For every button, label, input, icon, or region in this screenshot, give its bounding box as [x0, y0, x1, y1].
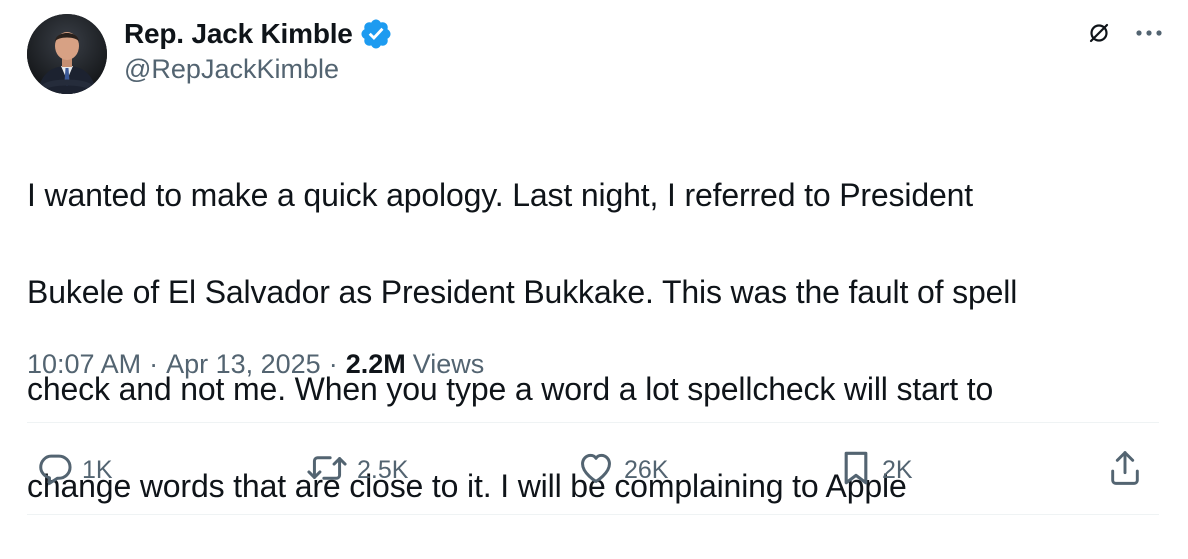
display-name[interactable]: Rep. Jack Kimble: [124, 18, 353, 50]
divider: [27, 422, 1159, 423]
action-bar: 1K 2.5K 26K 2K: [0, 448, 1188, 492]
views-count[interactable]: 2.2M: [346, 349, 406, 380]
tweet-time[interactable]: 10:07 AM: [27, 349, 141, 380]
views-label[interactable]: Views: [413, 349, 485, 380]
tweet-text-line: Bukele of El Salvador as President Bukka…: [27, 273, 1018, 310]
verified-badge-icon: [359, 17, 393, 51]
tweet-date[interactable]: Apr 13, 2025: [166, 349, 321, 380]
reply-button[interactable]: 1K: [36, 448, 113, 492]
meta-separator: ·: [328, 349, 338, 379]
more-options-icon[interactable]: [1134, 28, 1164, 38]
bookmark-button[interactable]: 2K: [838, 448, 913, 492]
repost-button[interactable]: 2.5K: [305, 448, 408, 492]
reply-icon: [36, 449, 74, 492]
meta-separator: ·: [149, 349, 159, 379]
share-icon: [1108, 448, 1142, 493]
bookmark-icon: [838, 448, 874, 493]
tweet-header-actions: [1086, 20, 1164, 46]
tweet-text-line: I wanted to make a quick apology. Last n…: [27, 176, 974, 213]
tweet-meta: 10:07 AM · Apr 13, 2025 · 2.2M Views: [27, 349, 484, 380]
avatar[interactable]: [27, 14, 107, 94]
like-button[interactable]: 26K: [576, 448, 668, 492]
tweet-text: I wanted to make a quick apology. Last n…: [27, 122, 1147, 559]
divider: [27, 514, 1159, 515]
tweet-card: Rep. Jack Kimble @RepJackKimble I wanted…: [0, 0, 1188, 518]
bookmark-count: 2K: [882, 455, 913, 484]
author-handle[interactable]: @RepJackKimble: [124, 54, 339, 85]
grok-icon[interactable]: [1086, 20, 1112, 46]
heart-icon: [576, 449, 616, 492]
author-name-row[interactable]: Rep. Jack Kimble: [124, 14, 393, 54]
share-button[interactable]: [1108, 448, 1142, 492]
repost-count: 2.5K: [357, 455, 409, 484]
repost-icon: [305, 449, 349, 492]
like-count: 26K: [624, 455, 669, 484]
reply-count: 1K: [82, 455, 113, 484]
